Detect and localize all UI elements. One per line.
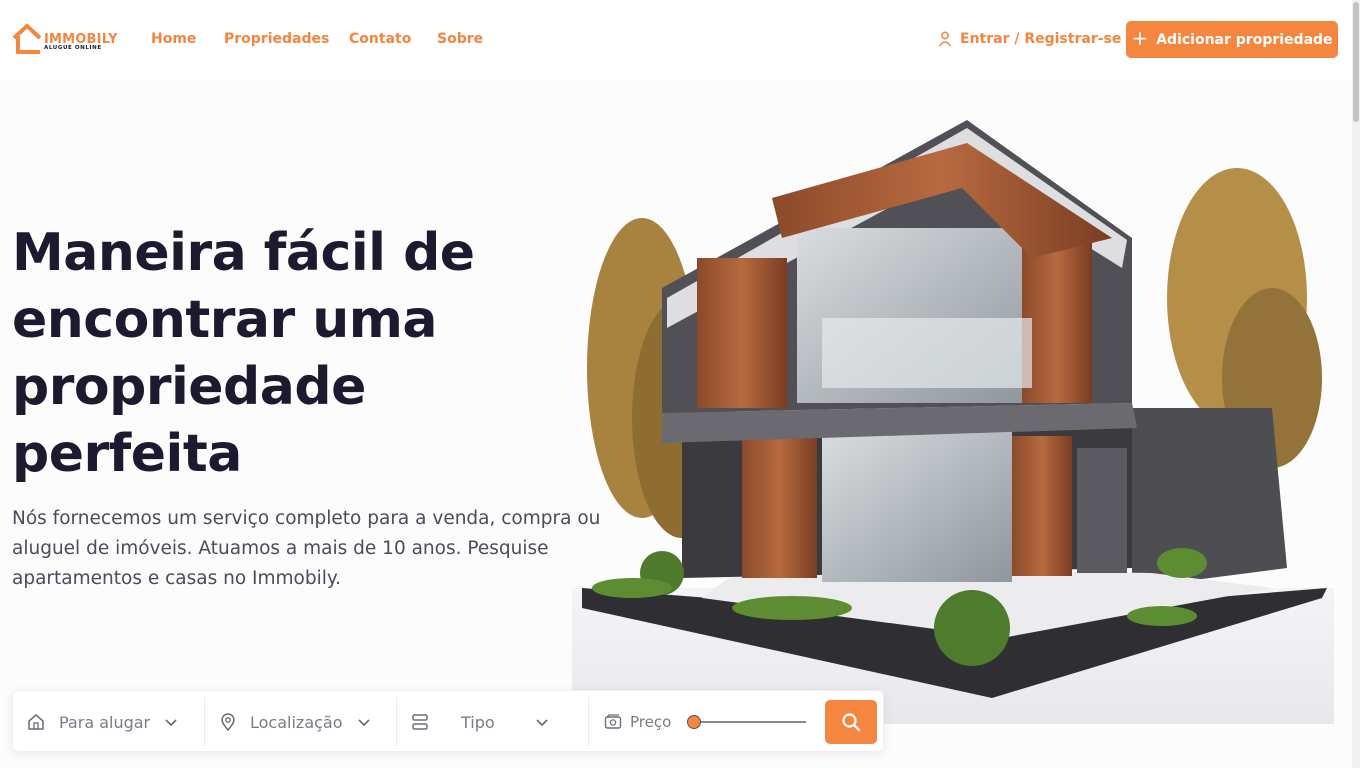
user-icon bbox=[938, 31, 952, 47]
location-select[interactable]: Localização bbox=[220, 691, 400, 753]
price-filter: Preço bbox=[604, 691, 684, 753]
house-logo-icon bbox=[12, 24, 42, 54]
divider bbox=[588, 697, 589, 747]
search-button[interactable] bbox=[825, 700, 877, 744]
add-property-button[interactable]: + Adicionar propriedade bbox=[1126, 21, 1338, 58]
divider bbox=[204, 697, 205, 747]
brand-tagline: ALUGUE ONLINE bbox=[44, 45, 102, 51]
hero-title: Maneira fácil de encontrar uma proprieda… bbox=[12, 223, 475, 484]
hero-subtitle: Nós fornecemos um serviço completo para … bbox=[12, 508, 601, 589]
nav-propriedades[interactable]: Propriedades bbox=[224, 31, 329, 47]
price-slider-track[interactable] bbox=[699, 721, 806, 723]
scrollbar-thumb[interactable] bbox=[1353, 2, 1359, 122]
top-navigation: IMMOBILY ALUGUE ONLINE Home Propriedades… bbox=[0, 0, 1352, 80]
map-pin-icon bbox=[221, 713, 235, 731]
brand-logo[interactable]: IMMOBILY ALUGUE ONLINE bbox=[12, 22, 118, 58]
layers-icon bbox=[412, 714, 428, 730]
price-label: Preço bbox=[630, 713, 672, 731]
house-illustration bbox=[572, 118, 1334, 724]
purpose-select[interactable]: Para alugar bbox=[27, 691, 207, 753]
divider bbox=[396, 697, 397, 747]
home-icon bbox=[28, 714, 44, 730]
type-value: Tipo bbox=[461, 712, 495, 732]
purpose-value: Para alugar bbox=[59, 712, 151, 732]
modern-house-image bbox=[572, 120, 1334, 724]
nav-sobre[interactable]: Sobre bbox=[437, 31, 483, 47]
chevron-down-icon bbox=[357, 719, 370, 727]
chevron-down-icon bbox=[536, 719, 548, 727]
location-value: Localização bbox=[250, 712, 343, 732]
login-register-link[interactable]: Entrar / Registrar-se bbox=[938, 31, 1121, 47]
plus-icon: + bbox=[1131, 26, 1149, 50]
add-property-label: Adicionar propriedade bbox=[1156, 31, 1333, 48]
login-label: Entrar / Registrar-se bbox=[960, 31, 1122, 47]
price-slider-handle[interactable] bbox=[687, 715, 701, 729]
type-select[interactable]: Tipo bbox=[411, 691, 581, 753]
search-icon bbox=[842, 713, 861, 732]
nav-contato[interactable]: Contato bbox=[349, 31, 411, 47]
property-search-bar: Para alugar Localização Tipo Preço bbox=[12, 690, 884, 752]
chevron-down-icon bbox=[165, 719, 177, 727]
money-icon bbox=[604, 714, 622, 729]
page-scrollbar[interactable] bbox=[1352, 0, 1360, 768]
nav-home[interactable]: Home bbox=[151, 31, 196, 47]
